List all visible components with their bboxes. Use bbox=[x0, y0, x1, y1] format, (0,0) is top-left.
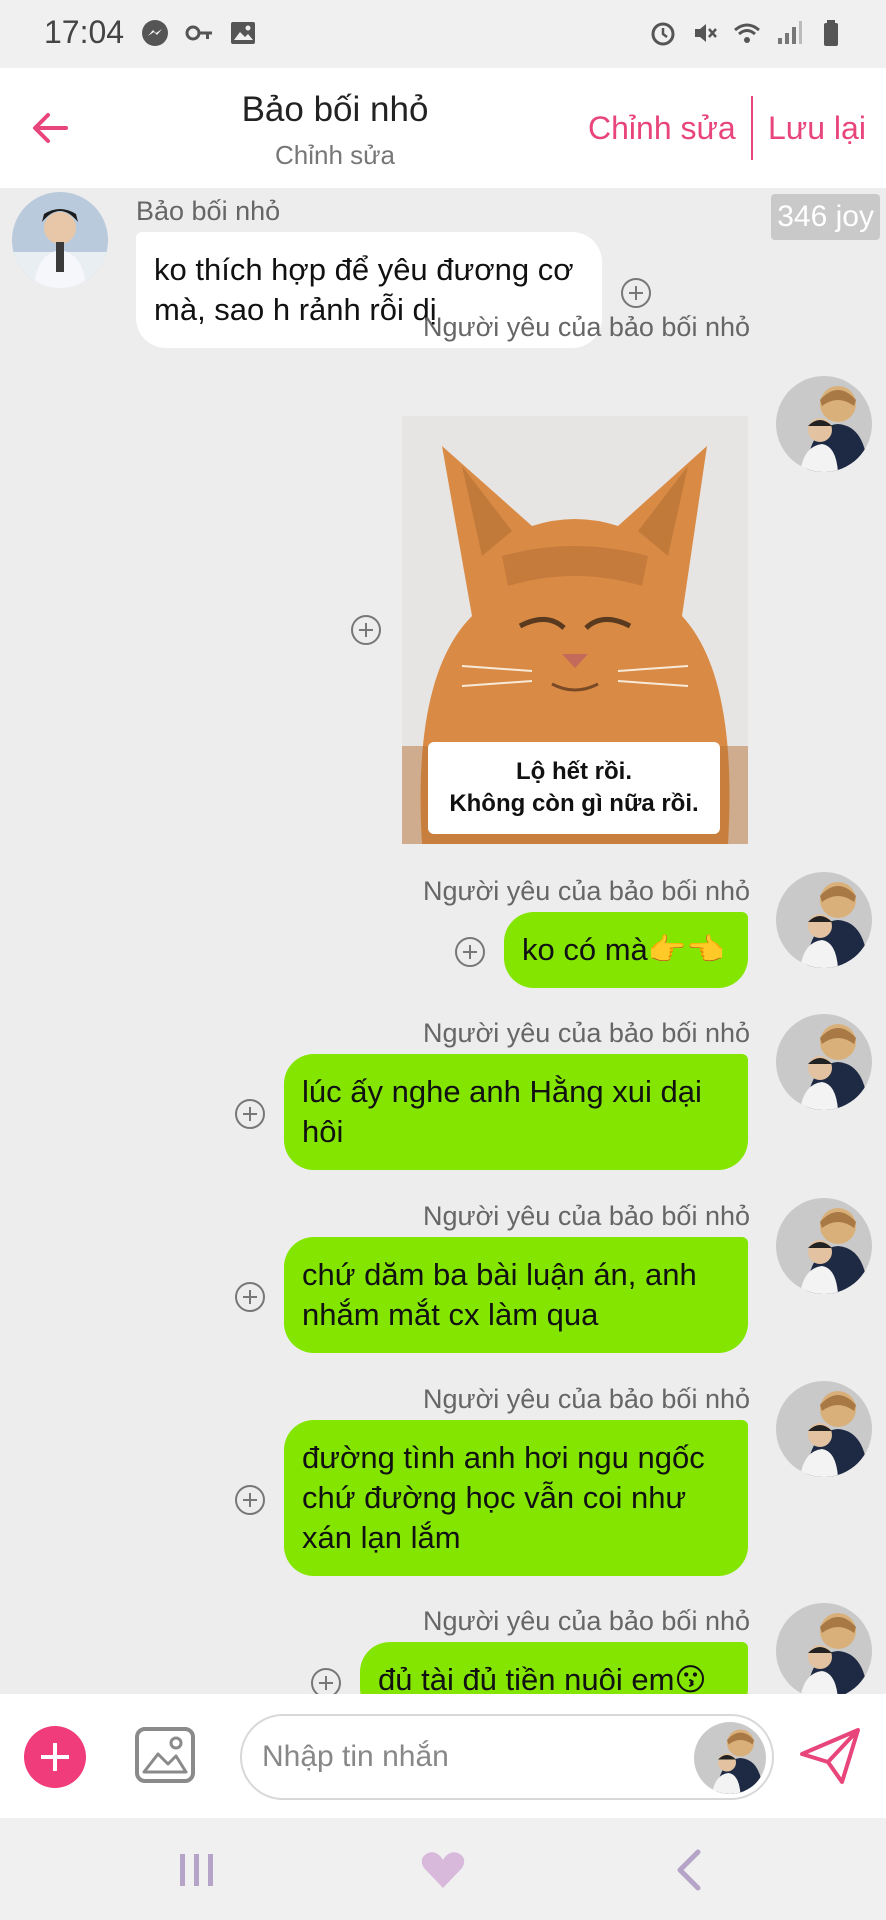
avatar[interactable] bbox=[776, 1603, 872, 1694]
sender-name: Người yêu của bảo bối nhỏ bbox=[423, 312, 750, 342]
message-input-wrapper bbox=[240, 1714, 774, 1800]
edit-button[interactable]: Chỉnh sửa bbox=[588, 110, 736, 147]
react-add-icon[interactable] bbox=[621, 278, 651, 308]
chat-area[interactable]: 346 joy Bảo bối nhỏ ko thích hợp để yêu … bbox=[0, 188, 886, 1694]
message-line: chứ dăm ba bài luận án, anh bbox=[302, 1257, 697, 1292]
sender-name: Người yêu của bảo bối nhỏ bbox=[423, 1384, 750, 1414]
message-bubble[interactable]: ko có mà👉👈 bbox=[504, 912, 748, 988]
send-icon[interactable] bbox=[798, 1726, 862, 1786]
image-picker-icon[interactable] bbox=[134, 1726, 196, 1784]
sender-name: Người yêu của bảo bối nhỏ bbox=[423, 876, 750, 906]
react-add-icon[interactable] bbox=[455, 937, 485, 967]
message-line: ko thích hợp để yêu đương cơ bbox=[154, 252, 574, 287]
message-line: xán lạn lắm bbox=[302, 1520, 461, 1555]
message-bubble[interactable]: đường tình anh hơi ngu ngốc chứ đường họ… bbox=[284, 1420, 748, 1576]
joy-badge: 346 joy bbox=[771, 194, 880, 240]
status-left-icons bbox=[140, 18, 258, 48]
avatar[interactable] bbox=[776, 1014, 872, 1110]
message-bubble[interactable]: đủ tài đủ tiền nuôi em😗 bbox=[360, 1642, 748, 1694]
sender-name: Bảo bối nhỏ bbox=[136, 196, 281, 226]
wifi-icon bbox=[734, 23, 760, 43]
avatar[interactable] bbox=[776, 872, 872, 968]
key-icon bbox=[185, 25, 212, 41]
sender-name: Người yêu của bảo bối nhỏ bbox=[423, 1018, 750, 1048]
signal-icon bbox=[778, 21, 802, 44]
message-input-bar bbox=[0, 1694, 886, 1818]
save-button[interactable]: Lưu lại bbox=[768, 110, 866, 147]
image-icon bbox=[231, 22, 255, 44]
avatar[interactable] bbox=[776, 376, 872, 472]
status-time: 17:04 bbox=[44, 14, 125, 50]
recents-icon[interactable] bbox=[172, 1848, 222, 1892]
react-add-icon[interactable] bbox=[235, 1282, 265, 1312]
status-right-icons bbox=[648, 18, 846, 48]
message-input[interactable] bbox=[262, 1734, 702, 1780]
image-message[interactable]: Lộ hết rồi. Không còn gì nữa rồi. bbox=[402, 416, 748, 844]
avatar[interactable] bbox=[776, 1198, 872, 1294]
react-add-icon[interactable] bbox=[311, 1668, 341, 1694]
react-add-icon[interactable] bbox=[235, 1099, 265, 1129]
avatar[interactable] bbox=[776, 1381, 872, 1477]
chat-subtitle: Chỉnh sửa bbox=[274, 140, 396, 170]
react-add-icon[interactable] bbox=[235, 1485, 265, 1515]
back-icon[interactable] bbox=[666, 1848, 716, 1892]
sender-name: Người yêu của bảo bối nhỏ bbox=[423, 1201, 750, 1231]
status-bar: 17:04 bbox=[0, 0, 886, 68]
chat-title: Bảo bối nhỏ bbox=[241, 90, 429, 129]
chat-header: Bảo bối nhỏ Chỉnh sửa Chỉnh sửa Lưu lại bbox=[0, 68, 886, 188]
alarm-icon bbox=[651, 22, 675, 46]
message-line: đủ tài đủ tiền nuôi em😗 bbox=[378, 1662, 707, 1694]
system-nav-bar bbox=[0, 1818, 886, 1920]
image-caption: Lộ hết rồi. Không còn gì nữa rồi. bbox=[428, 742, 720, 834]
home-heart-icon[interactable] bbox=[418, 1848, 468, 1892]
message-line: nhắm mắt cx làm qua bbox=[302, 1297, 599, 1332]
avatar[interactable] bbox=[12, 192, 108, 288]
sender-avatar[interactable] bbox=[694, 1722, 766, 1794]
message-bubble[interactable]: chứ dăm ba bài luận án, anh nhắm mắt cx … bbox=[284, 1237, 748, 1353]
caption-line: Lộ hết rồi. bbox=[516, 758, 632, 785]
message-line: lúc ấy nghe anh Hằng xui dại bbox=[302, 1074, 702, 1109]
message-line: đường tình anh hơi ngu ngốc bbox=[302, 1440, 705, 1475]
messenger-icon bbox=[142, 20, 168, 46]
caption-line: Không còn gì nữa rồi. bbox=[449, 790, 699, 817]
message-line: hôi bbox=[302, 1114, 344, 1149]
add-button[interactable] bbox=[24, 1726, 86, 1788]
battery-icon bbox=[824, 20, 838, 46]
header-divider bbox=[751, 96, 753, 160]
mute-icon bbox=[695, 24, 717, 42]
react-add-icon[interactable] bbox=[351, 615, 381, 645]
sender-name: Người yêu của bảo bối nhỏ bbox=[423, 1606, 750, 1636]
message-bubble[interactable]: lúc ấy nghe anh Hằng xui dại hôi bbox=[284, 1054, 748, 1170]
message-line: ko có mà👉👈 bbox=[522, 932, 725, 967]
message-line: chứ đường học vẫn coi như bbox=[302, 1480, 687, 1515]
